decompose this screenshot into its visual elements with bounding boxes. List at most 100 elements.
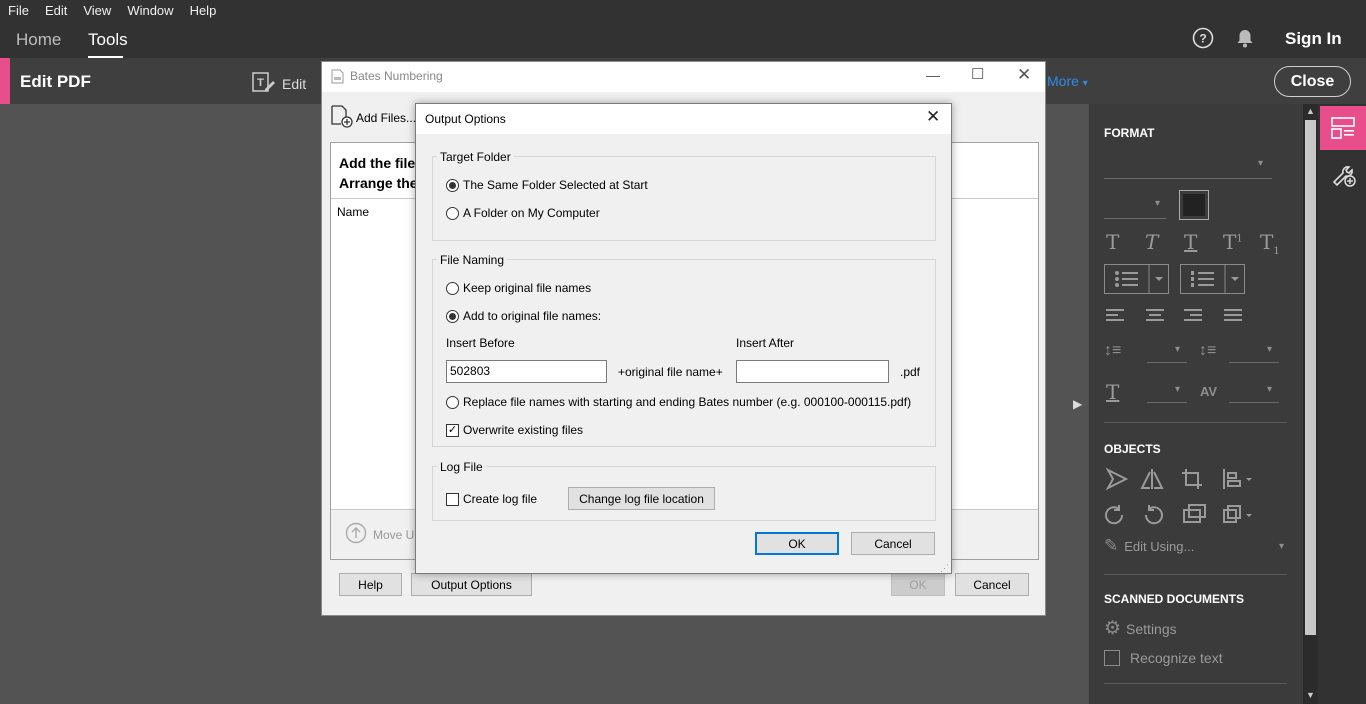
chevron-down-icon: ▾	[1278, 540, 1284, 552]
italic-icon[interactable]: T	[1145, 230, 1158, 254]
panel-toggle-button[interactable]	[1320, 106, 1366, 150]
scroll-down-icon[interactable]: ▼	[1306, 690, 1315, 700]
bullet-list-dropdown[interactable]	[1104, 264, 1169, 294]
tab-tools[interactable]: Tools	[88, 30, 128, 50]
instruction-line-2: Arrange the	[339, 175, 418, 191]
character-spacing-icon[interactable]: AV	[1200, 384, 1217, 399]
replace-names-option[interactable]: Replace file names with starting and end…	[446, 395, 911, 409]
superscript-icon[interactable]: T1	[1223, 230, 1243, 254]
maximize-icon[interactable]: ☐	[971, 65, 984, 83]
arrow-up-circle-icon	[345, 522, 367, 547]
menu-window[interactable]: Window	[127, 3, 173, 18]
help-button[interactable]: Help	[339, 573, 402, 596]
add-to-original-label: Add to original file names:	[463, 309, 602, 323]
overwrite-option[interactable]: ✓ Overwrite existing files	[446, 423, 583, 437]
subscript-icon[interactable]: T1	[1260, 230, 1280, 257]
panel-divider	[1104, 422, 1287, 423]
edit-using-label: Edit Using...	[1124, 538, 1195, 554]
target-folder-label: Target Folder	[437, 150, 514, 164]
document-icon	[331, 69, 344, 89]
minimize-icon[interactable]: —	[926, 67, 940, 83]
panel-scrollbar-thumb[interactable]	[1305, 120, 1316, 635]
output-options-button[interactable]: Output Options	[411, 573, 532, 596]
add-to-original-option[interactable]: Add to original file names:	[446, 309, 601, 323]
create-log-option[interactable]: Create log file	[446, 492, 537, 506]
overwrite-label: Overwrite existing files	[463, 423, 584, 437]
cancel-button[interactable]: Cancel	[955, 573, 1029, 596]
change-log-location-button[interactable]: Change log file location	[568, 487, 715, 510]
edit-tool-button[interactable]: T Edit	[251, 70, 306, 97]
toolbar-accent	[0, 58, 10, 104]
replace-names-label: Replace file names with starting and end…	[463, 395, 912, 409]
paragraph-spacing-icon[interactable]: ↕≡	[1199, 342, 1216, 360]
close-icon[interactable]: ✕	[1017, 65, 1031, 85]
top-nav: Home Tools ? Sign In	[0, 21, 1366, 58]
recognize-text-option[interactable]: Recognize text	[1104, 650, 1223, 666]
gear-icon: ⚙	[1104, 618, 1122, 639]
numbered-list-dropdown[interactable]	[1180, 264, 1245, 294]
recognize-text-checkbox[interactable]	[1104, 650, 1120, 666]
edit-using-dropdown[interactable]: ✎ Edit Using... ▾	[1104, 536, 1284, 556]
toolbar-title: Edit PDF	[20, 72, 91, 91]
menu-file[interactable]: File	[8, 3, 29, 18]
add-files-button[interactable]: Add Files...	[330, 104, 416, 131]
underline-icon[interactable]: T	[1184, 230, 1197, 254]
menu-view[interactable]: View	[83, 3, 111, 18]
same-folder-option[interactable]: The Same Folder Selected at Start	[446, 178, 648, 192]
menu-help[interactable]: Help	[190, 3, 217, 18]
pdf-extension-label: .pdf	[900, 365, 921, 379]
text-color-swatch[interactable]	[1179, 190, 1209, 220]
move-up-label: Move Up	[373, 527, 422, 542]
overwrite-checkbox[interactable]: ✓	[446, 423, 459, 437]
dialog-title: Bates Numbering	[350, 69, 443, 83]
insert-after-label: Insert After	[736, 336, 795, 350]
output-options-dialog: Output Options ✕ Target Folder The Same …	[415, 103, 952, 574]
tab-home[interactable]: Home	[16, 30, 61, 50]
object-tools-row-2	[1104, 502, 1264, 533]
right-format-panel: FORMAT ▾ ▾ T T T T1 T1 ↕≡ ▾ ↕≡ ▾ T ▾ AV …	[1089, 104, 1303, 704]
line-spacing-icon[interactable]: ↕≡	[1104, 342, 1121, 360]
my-computer-option[interactable]: A Folder on My Computer	[446, 206, 600, 220]
bell-icon[interactable]	[1234, 27, 1256, 49]
same-folder-radio[interactable]	[446, 178, 459, 192]
horizontal-scaling-icon[interactable]: T	[1106, 380, 1119, 404]
more-dropdown[interactable]: More ▾	[1047, 73, 1088, 89]
ok-button[interactable]: OK	[755, 532, 839, 555]
keep-original-radio[interactable]	[446, 281, 459, 295]
sign-in-button[interactable]: Sign In	[1285, 29, 1342, 49]
my-computer-radio[interactable]	[446, 206, 459, 220]
close-icon[interactable]: ✕	[926, 107, 940, 127]
scan-settings-button[interactable]: ⚙ Settings	[1104, 617, 1177, 640]
panel-divider	[1104, 683, 1287, 684]
right-tool-rail	[1318, 104, 1366, 704]
original-file-name-label: +original file name+	[618, 365, 723, 379]
move-up-button[interactable]: Move Up	[345, 522, 421, 547]
collapse-arrow-icon[interactable]: ▶	[1073, 397, 1082, 411]
replace-names-radio[interactable]	[446, 395, 459, 409]
alignment-row	[1104, 307, 1254, 328]
menu-bar: File Edit View Window Help	[0, 0, 1366, 21]
objects-header: OBJECTS	[1104, 442, 1161, 456]
insert-after-input[interactable]	[736, 360, 889, 383]
pencil-icon: ✎	[1104, 536, 1119, 555]
svg-text:?: ?	[1199, 32, 1206, 46]
chevron-down-icon: ▾	[1258, 158, 1264, 169]
insert-before-input[interactable]: 502803	[446, 360, 607, 383]
help-icon[interactable]: ?	[1192, 27, 1214, 49]
ok-button[interactable]: OK	[891, 573, 945, 596]
create-log-checkbox[interactable]	[446, 492, 459, 506]
dialog-title: Output Options	[425, 112, 506, 126]
wrench-plus-icon[interactable]	[1331, 162, 1357, 193]
object-tools-row-1	[1104, 466, 1264, 497]
scroll-up-icon[interactable]: ▲	[1306, 106, 1315, 116]
close-button[interactable]: Close	[1274, 66, 1351, 97]
menu-edit[interactable]: Edit	[45, 3, 67, 18]
insert-before-label: Insert Before	[446, 336, 515, 350]
keep-original-option[interactable]: Keep original file names	[446, 281, 591, 295]
resize-grip-icon[interactable]: ⋰	[940, 563, 949, 574]
chevron-down-icon: ▾	[1155, 198, 1161, 209]
name-column-header[interactable]: Name	[337, 205, 369, 219]
text-style-icon[interactable]: T	[1106, 230, 1119, 254]
cancel-button[interactable]: Cancel	[851, 532, 935, 555]
add-to-original-radio[interactable]	[446, 309, 459, 323]
